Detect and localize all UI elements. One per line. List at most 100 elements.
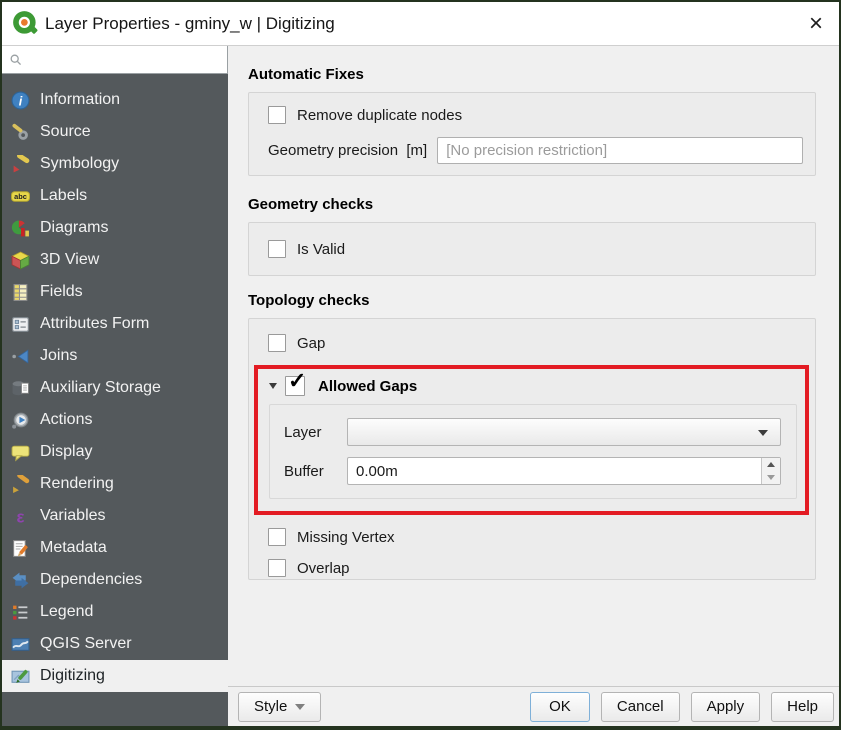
sidebar-item-label: 3D View — [40, 251, 100, 268]
is-valid-row: Is Valid — [268, 240, 803, 258]
remove-duplicate-nodes-label: Remove duplicate nodes — [297, 106, 463, 124]
gap-checkbox[interactable] — [268, 334, 286, 352]
dialog-footer: Style OK Cancel Apply Help — [228, 686, 839, 726]
sidebar-item-rendering[interactable]: Rendering — [2, 468, 228, 500]
sidebar-item-label: Information — [40, 91, 121, 108]
search-input[interactable] — [2, 46, 227, 73]
apply-button[interactable]: Apply — [690, 691, 761, 722]
sidebar-item-label: Attributes Form — [40, 315, 150, 332]
sidebar: i Information Source Symbology abc Labels Diag… — [2, 46, 228, 726]
check-icon: ✓ — [288, 368, 307, 393]
sidebar-item-information[interactable]: i Information — [2, 84, 228, 116]
sidebar-item-legend[interactable]: Legend — [2, 596, 228, 628]
sidebar-item-label: Source — [40, 123, 91, 140]
help-button[interactable]: Help — [771, 691, 834, 722]
sidebar-item-diagrams[interactable]: Diagrams — [2, 212, 228, 244]
remove-duplicate-nodes-row: Remove duplicate nodes — [268, 106, 803, 124]
labels-icon: abc — [11, 187, 30, 206]
missing-vertex-row: Missing Vertex — [268, 528, 812, 546]
buffer-spinbox — [347, 457, 781, 485]
remove-duplicate-nodes-checkbox[interactable] — [268, 106, 286, 124]
is-valid-label: Is Valid — [297, 240, 346, 258]
display-icon — [11, 443, 30, 462]
sidebar-item-display[interactable]: Display — [2, 436, 228, 468]
gap-label: Gap — [297, 334, 326, 352]
sidebar-item-3d-view[interactable]: 3D View — [2, 244, 228, 276]
variables-icon: ε — [11, 507, 30, 526]
sidebar-item-actions[interactable]: Actions — [2, 404, 228, 436]
sidebar-item-dependencies[interactable]: Dependencies — [2, 564, 228, 596]
joins-icon — [11, 347, 30, 366]
ok-button[interactable]: OK — [529, 691, 590, 722]
svg-text:abc: abc — [14, 192, 27, 201]
sidebar-item-label: Rendering — [40, 475, 114, 492]
diagrams-icon — [11, 219, 30, 238]
gap-row: Gap — [268, 334, 812, 352]
overlap-checkbox[interactable] — [268, 559, 286, 577]
layer-label: Layer — [284, 423, 322, 441]
3d-view-icon — [11, 251, 30, 270]
sidebar-item-qgis-server[interactable]: QGIS Server — [2, 628, 228, 660]
allowed-gaps-checkbox[interactable]: ✓ — [285, 370, 306, 396]
sidebar-item-symbology[interactable]: Symbology — [2, 148, 228, 180]
geometry-precision-input[interactable] — [437, 137, 803, 164]
digitizing-panel: Automatic Fixes Remove duplicate nodes G… — [228, 46, 839, 726]
sidebar-item-label: Digitizing — [40, 667, 105, 684]
spin-up-icon[interactable] — [762, 458, 780, 471]
sidebar-item-label: Metadata — [40, 539, 107, 556]
cancel-button[interactable]: Cancel — [600, 691, 680, 722]
spin-buttons — [761, 458, 780, 484]
actions-icon — [11, 411, 30, 430]
sidebar-item-metadata[interactable]: Metadata — [2, 532, 228, 564]
qgis-server-icon — [11, 635, 30, 654]
sidebar-item-label: Legend — [40, 603, 94, 620]
symbology-icon — [11, 154, 30, 174]
sidebar-item-label: Joins — [40, 347, 78, 364]
allowed-gaps-header: ✓ Allowed Gaps — [269, 370, 797, 396]
sidebar-item-fields[interactable]: Fields — [2, 276, 228, 308]
missing-vertex-label: Missing Vertex — [297, 528, 395, 546]
collapse-arrow-icon[interactable] — [269, 383, 277, 389]
sidebar-item-variables[interactable]: ε Variables — [2, 500, 228, 532]
spin-down-icon[interactable] — [762, 471, 780, 484]
legend-icon — [11, 603, 30, 622]
qgis-logo-icon — [12, 10, 39, 37]
fields-icon — [11, 283, 30, 302]
allowed-gaps-panel: Layer Buffer — [269, 404, 797, 499]
sidebar-item-digitizing[interactable]: Digitizing — [2, 660, 228, 692]
rendering-icon — [11, 474, 30, 494]
metadata-icon — [11, 539, 30, 558]
dependencies-icon — [11, 571, 30, 590]
buffer-label: Buffer — [284, 462, 324, 480]
window-title: Layer Properties - gminy_w | Digitizing — [45, 13, 335, 33]
sidebar-item-auxiliary-storage[interactable]: Auxiliary Storage — [2, 372, 228, 404]
svg-text:ε: ε — [16, 507, 24, 526]
information-icon: i — [11, 91, 30, 110]
digitizing-icon — [11, 667, 30, 686]
overlap-label: Overlap — [297, 559, 350, 577]
svg-text:i: i — [19, 94, 23, 108]
allowed-gaps-label: Allowed Gaps — [318, 377, 418, 395]
sidebar-nav: i Information Source Symbology abc Labels Diag… — [2, 74, 228, 692]
chevron-down-icon — [758, 430, 768, 436]
buffer-input[interactable] — [348, 462, 760, 480]
geometry-checks-group: Is Valid — [248, 222, 816, 276]
geometry-checks-heading: Geometry checks — [248, 196, 374, 213]
is-valid-checkbox[interactable] — [268, 240, 286, 258]
sidebar-item-label: Display — [40, 443, 93, 460]
sidebar-item-source[interactable]: Source — [2, 116, 228, 148]
chevron-down-icon — [295, 703, 306, 710]
topology-checks-heading: Topology checks — [248, 292, 370, 309]
sidebar-item-label: Auxiliary Storage — [40, 379, 161, 396]
sidebar-item-label: Fields — [40, 283, 83, 300]
sidebar-item-labels[interactable]: abc Labels — [2, 180, 228, 212]
missing-vertex-checkbox[interactable] — [268, 528, 286, 546]
style-button[interactable]: Style — [238, 691, 322, 722]
sidebar-item-label: Actions — [40, 411, 93, 428]
sidebar-item-attributes-form[interactable]: Attributes Form — [2, 308, 228, 340]
automatic-fixes-group: Remove duplicate nodes Geometry precisio… — [248, 92, 816, 176]
close-icon[interactable]: × — [793, 2, 839, 46]
layer-combobox[interactable] — [347, 418, 781, 446]
sidebar-item-label: Diagrams — [40, 219, 109, 236]
sidebar-item-joins[interactable]: Joins — [2, 340, 228, 372]
